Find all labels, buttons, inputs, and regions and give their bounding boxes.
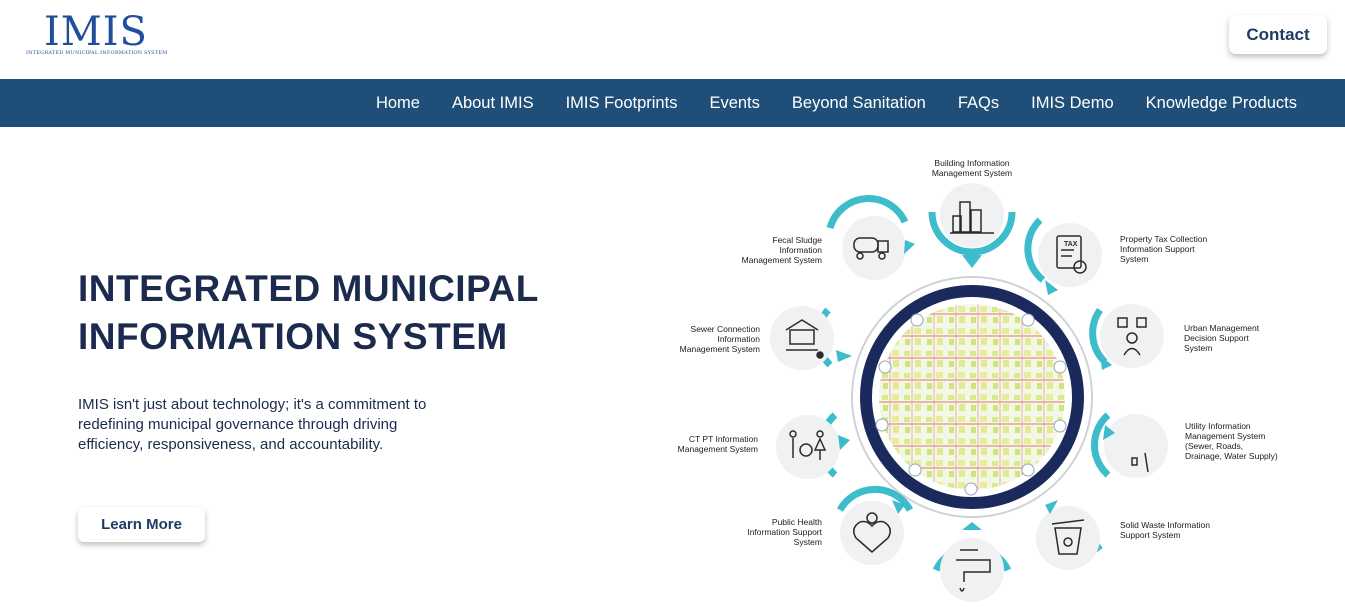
top-bar: IMIS INTEGRATED MUNICIPAL INFORMATION SY… <box>0 0 1345 79</box>
nav-item-faqs[interactable]: FAQs <box>958 94 999 113</box>
label-sewer-connection: Sewer Connection Information Management … <box>679 324 760 354</box>
label-building: Building Information Management System <box>931 158 1013 178</box>
nav-item-events[interactable]: Events <box>709 94 759 113</box>
svg-text:TAX: TAX <box>1064 241 1078 248</box>
module-building[interactable] <box>928 183 1016 268</box>
module-utility[interactable] <box>1091 412 1168 478</box>
module-property-tax[interactable]: TAX <box>1024 217 1102 295</box>
module-water-supply[interactable] <box>932 522 1012 602</box>
hero-title-line1: INTEGRATED MUNICIPAL <box>78 268 539 309</box>
hero-title: INTEGRATED MUNICIPAL INFORMATION SYSTEM <box>78 265 598 361</box>
label-ctpt: CT PT Information Management System <box>677 434 758 454</box>
label-property-tax: Property Tax Collection Information Supp… <box>1120 234 1208 264</box>
contact-button[interactable]: Contact <box>1229 15 1327 54</box>
label-urban-decision: Urban Management Decision Support System <box>1184 323 1260 353</box>
label-utility: Utility Information Management System (S… <box>1185 421 1278 461</box>
module-urban-decision[interactable] <box>1089 304 1164 370</box>
logo-subtitle: INTEGRATED MUNICIPAL INFORMATION SYSTEM <box>26 50 168 56</box>
nav-item-knowledge-products[interactable]: Knowledge Products <box>1146 94 1297 113</box>
main-nav: Home About IMIS IMIS Footprints Events B… <box>0 79 1345 127</box>
label-public-health: Public Health Information Support System <box>747 517 822 547</box>
city-map <box>879 304 1065 490</box>
hero-description: IMIS isn't just about technology; it's a… <box>78 396 427 453</box>
imis-modules-diagram: TAX Building Information Management Syst… <box>660 150 1300 603</box>
logo-text: IMIS <box>44 9 148 55</box>
module-solid-waste[interactable] <box>1036 500 1103 570</box>
hero-title-line2: INFORMATION SYSTEM <box>78 316 508 357</box>
nav-item-home[interactable]: Home <box>376 94 420 113</box>
nav-item-demo[interactable]: IMIS Demo <box>1031 94 1114 113</box>
module-ctpt[interactable] <box>776 412 850 479</box>
nav-item-about[interactable]: About IMIS <box>452 94 534 113</box>
nav-item-beyond-sanitation[interactable]: Beyond Sanitation <box>792 94 926 113</box>
label-fecal-sludge: Fecal Sludge Information Management Syst… <box>741 235 822 265</box>
imis-logo[interactable]: IMIS INTEGRATED MUNICIPAL INFORMATION SY… <box>26 10 176 60</box>
module-public-health[interactable] <box>836 485 914 565</box>
label-solid-waste: Solid Waste Information Support System <box>1120 520 1210 540</box>
module-fecal-sludge[interactable] <box>826 195 915 280</box>
learn-more-button[interactable]: Learn More <box>78 507 205 542</box>
nav-item-footprints[interactable]: IMIS Footprints <box>566 94 678 113</box>
module-sewer-connection[interactable] <box>770 306 852 370</box>
